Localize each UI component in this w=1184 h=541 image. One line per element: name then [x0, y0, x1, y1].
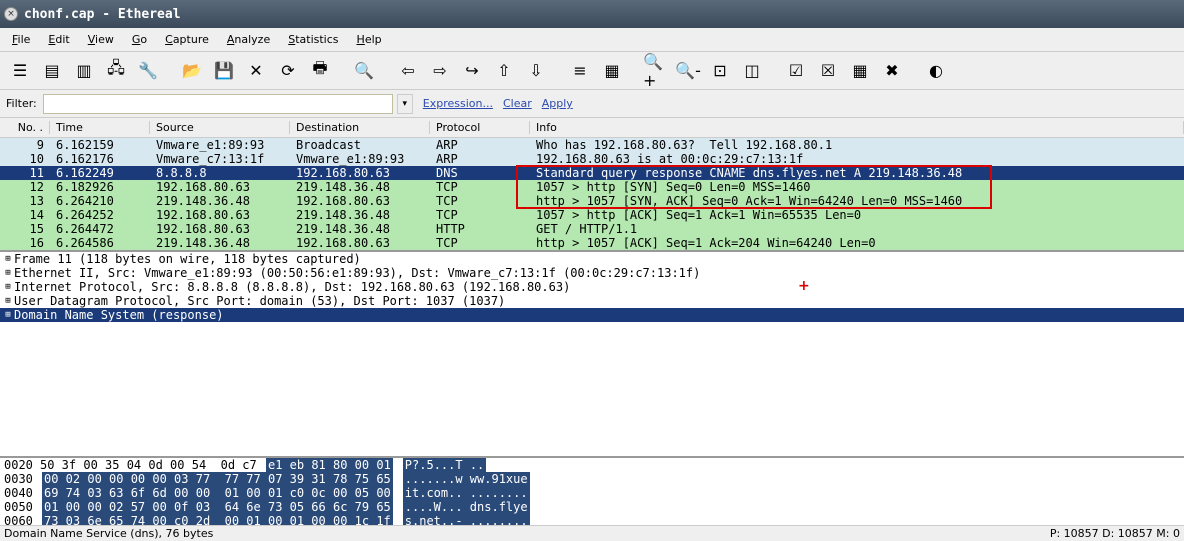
zoom-out-icon[interactable]: 🔍- [674, 57, 702, 85]
hex-pane[interactable]: 002050 3f 00 35 04 0d 00 54 0d c7 e1 eb … [0, 456, 1184, 526]
menu-view[interactable]: View [80, 30, 122, 49]
up-icon[interactable]: ⇧ [490, 57, 518, 85]
expand-icon[interactable]: ⊞ [2, 268, 14, 278]
packet-row[interactable]: 136.264210219.148.36.48192.168.80.63TCPh… [0, 194, 1184, 208]
menu-analyze[interactable]: Analyze [219, 30, 278, 49]
titlebar: × chonf.cap - Ethereal [0, 0, 1184, 28]
col-time[interactable]: Time [50, 121, 150, 134]
packet-list[interactable]: 96.162159Vmware_e1:89:93BroadcastARPWho … [0, 138, 1184, 250]
status-bar: Domain Name Service (dns), 76 bytes P: 1… [0, 525, 1184, 541]
menu-file[interactable]: File [4, 30, 38, 49]
packet-row[interactable]: 96.162159Vmware_e1:89:93BroadcastARPWho … [0, 138, 1184, 152]
filter-bar: Filter: ▾ Expression... Clear Apply [0, 90, 1184, 118]
zoom-fit-icon[interactable]: ⊡ [706, 57, 734, 85]
tree-node[interactable]: ⊞ User Datagram Protocol, Src Port: doma… [0, 294, 1184, 308]
window-close-icon[interactable]: × [4, 7, 18, 21]
open-icon[interactable]: 📂 [178, 57, 206, 85]
back-icon[interactable]: ⇦ [394, 57, 422, 85]
prefs-icon[interactable]: ✖ [878, 57, 906, 85]
status-left: Domain Name Service (dns), 76 bytes [4, 527, 213, 540]
col-protocol[interactable]: Protocol [430, 121, 530, 134]
hex-line[interactable]: 004069 74 03 63 6f 6d 00 00 01 00 01 c0 … [0, 486, 1184, 500]
menu-edit[interactable]: Edit [40, 30, 77, 49]
clear-link[interactable]: Clear [503, 97, 532, 110]
packet-row[interactable]: 116.1622498.8.8.8192.168.80.63DNSStandar… [0, 166, 1184, 180]
packet-list-header: No. . Time Source Destination Protocol I… [0, 118, 1184, 138]
tree-node[interactable]: ⊞ Domain Name System (response) [0, 308, 1184, 322]
zoom-in-icon[interactable]: 🔍+ [642, 57, 670, 85]
menubar: FileEditViewGoCaptureAnalyzeStatisticsHe… [0, 28, 1184, 52]
fwd-icon[interactable]: ⇨ [426, 57, 454, 85]
view1-icon[interactable]: ≡ [566, 57, 594, 85]
expand-icon[interactable]: ⊞ [2, 254, 14, 264]
save-icon[interactable]: 💾 [210, 57, 238, 85]
packet-row[interactable]: 146.264252192.168.80.63219.148.36.48TCP1… [0, 208, 1184, 222]
packet-row[interactable]: 166.264586219.148.36.48192.168.80.63TCPh… [0, 236, 1184, 250]
resize-icon[interactable]: ◫ [738, 57, 766, 85]
packet-row[interactable]: 106.162176Vmware_c7:13:1fVmware_e1:89:93… [0, 152, 1184, 166]
tree-node[interactable]: ⊞ Internet Protocol, Src: 8.8.8.8 (8.8.8… [0, 280, 1184, 294]
reload-icon[interactable]: ⟳ [274, 57, 302, 85]
find-icon[interactable]: 🔍 [350, 57, 378, 85]
col-no[interactable]: No. . [0, 121, 50, 134]
annotation-plus: + [798, 278, 810, 294]
menu-statistics[interactable]: Statistics [280, 30, 346, 49]
list-icon[interactable]: ☰ [6, 57, 34, 85]
wrench-icon[interactable]: 🔧 [134, 57, 162, 85]
col-info[interactable]: Info [530, 121, 1184, 134]
card2-icon[interactable]: ▥ [70, 57, 98, 85]
protocol-tree[interactable]: ⊞ Frame 11 (118 bytes on wire, 118 bytes… [0, 250, 1184, 322]
print-icon[interactable]: 🖶 [306, 57, 334, 85]
view2-icon[interactable]: ▦ [598, 57, 626, 85]
hex-line[interactable]: 005001 00 00 02 57 00 0f 03 64 6e 73 05 … [0, 500, 1184, 514]
filter-label: Filter: [6, 97, 37, 110]
filter1-icon[interactable]: ☑ [782, 57, 810, 85]
tree-node[interactable]: ⊞ Ethernet II, Src: Vmware_e1:89:93 (00:… [0, 266, 1184, 280]
expand-icon[interactable]: ⊞ [2, 310, 14, 320]
filter-dropdown[interactable]: ▾ [397, 94, 413, 114]
filter-input[interactable] [43, 94, 393, 114]
apply-link[interactable]: Apply [542, 97, 573, 110]
packet-row[interactable]: 126.182926192.168.80.63219.148.36.48TCP1… [0, 180, 1184, 194]
devices-icon[interactable]: 🖧 [102, 57, 130, 85]
col-source[interactable]: Source [150, 121, 290, 134]
menu-go[interactable]: Go [124, 30, 155, 49]
menu-capture[interactable]: Capture [157, 30, 217, 49]
expand-icon[interactable]: ⊞ [2, 282, 14, 292]
status-right: P: 10857 D: 10857 M: 0 [1050, 527, 1180, 540]
col-destination[interactable]: Destination [290, 121, 430, 134]
filter2-icon[interactable]: ☒ [814, 57, 842, 85]
toolbar: ☰▤▥🖧🔧📂💾✕⟳🖶🔍⇦⇨↪⇧⇩≡▦🔍+🔍-⊡◫☑☒▦✖◐ [0, 52, 1184, 90]
help-icon[interactable]: ◐ [922, 57, 950, 85]
packet-row[interactable]: 156.264472192.168.80.63219.148.36.48HTTP… [0, 222, 1184, 236]
down-icon[interactable]: ⇩ [522, 57, 550, 85]
hex-line[interactable]: 003000 02 00 00 00 00 03 77 77 77 07 39 … [0, 472, 1184, 486]
colorize-icon[interactable]: ▦ [846, 57, 874, 85]
window-title: chonf.cap - Ethereal [24, 7, 181, 22]
close-icon[interactable]: ✕ [242, 57, 270, 85]
jump-icon[interactable]: ↪ [458, 57, 486, 85]
menu-help[interactable]: Help [349, 30, 390, 49]
hex-line[interactable]: 002050 3f 00 35 04 0d 00 54 0d c7 e1 eb … [0, 458, 1184, 472]
tree-node[interactable]: ⊞ Frame 11 (118 bytes on wire, 118 bytes… [0, 252, 1184, 266]
expand-icon[interactable]: ⊞ [2, 296, 14, 306]
expression-link[interactable]: Expression... [423, 97, 493, 110]
card-icon[interactable]: ▤ [38, 57, 66, 85]
